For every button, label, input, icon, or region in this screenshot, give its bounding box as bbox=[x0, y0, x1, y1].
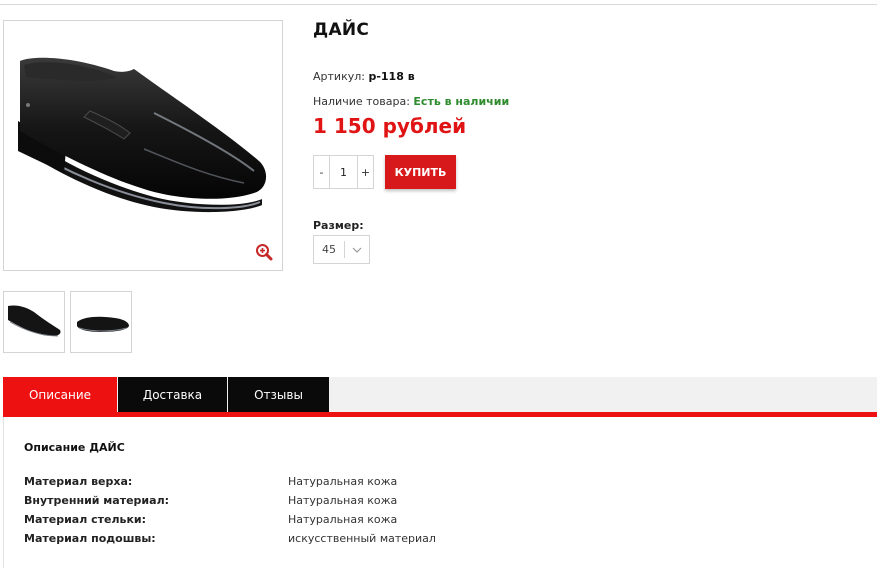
buy-button[interactable]: КУПИТЬ bbox=[385, 155, 456, 189]
product-main-image[interactable] bbox=[3, 20, 283, 271]
quantity-increase-button[interactable]: + bbox=[358, 156, 373, 188]
thumbnail-2[interactable] bbox=[70, 291, 132, 353]
chevron-down-icon bbox=[345, 247, 369, 253]
stock-status: Есть в наличии bbox=[413, 95, 510, 108]
shoe-thumbnail-image bbox=[77, 316, 129, 332]
shoe-image bbox=[18, 57, 267, 213]
sku-label: Артикул: bbox=[313, 70, 365, 83]
spec-value: Натуральная кожа bbox=[288, 475, 398, 488]
quantity-stepper: - 1 + bbox=[313, 155, 374, 189]
tab-delivery[interactable]: Доставка bbox=[118, 377, 227, 412]
description-title: Описание ДАЙС bbox=[24, 441, 125, 454]
thumbnail-1[interactable] bbox=[3, 291, 65, 353]
top-divider bbox=[0, 4, 877, 5]
spec-key: Внутренний материал: bbox=[24, 494, 170, 507]
spec-value: искусственный материал bbox=[288, 532, 436, 545]
size-selected-value: 45 bbox=[322, 243, 336, 256]
quantity-input[interactable]: 1 bbox=[329, 156, 358, 188]
tab-content-panel bbox=[3, 417, 877, 568]
spec-key: Материал стельки: bbox=[24, 513, 147, 526]
size-select[interactable]: 45 bbox=[313, 235, 370, 264]
shoe-thumbnail-image bbox=[8, 305, 61, 337]
size-label: Размер: bbox=[313, 219, 364, 232]
tab-bar: Описание Доставка Отзывы bbox=[3, 377, 877, 412]
sku-value: р-118 в bbox=[368, 70, 415, 83]
quantity-decrease-button[interactable]: - bbox=[314, 156, 329, 188]
spec-key: Материал верха: bbox=[24, 475, 133, 488]
zoom-in-icon[interactable] bbox=[255, 243, 273, 261]
tab-description[interactable]: Описание bbox=[3, 377, 117, 412]
sku-row: Артикул: р-118 в bbox=[313, 70, 415, 83]
product-title: ДАЙС bbox=[313, 20, 370, 40]
product-price: 1 150 рублей bbox=[313, 114, 467, 138]
stock-label: Наличие товара: bbox=[313, 95, 410, 108]
spec-key: Материал подошвы: bbox=[24, 532, 156, 545]
spec-value: Натуральная кожа bbox=[288, 513, 398, 526]
stock-row: Наличие товара: Есть в наличии bbox=[313, 95, 509, 108]
spec-value: Натуральная кожа bbox=[288, 494, 398, 507]
tab-reviews[interactable]: Отзывы bbox=[228, 377, 329, 412]
